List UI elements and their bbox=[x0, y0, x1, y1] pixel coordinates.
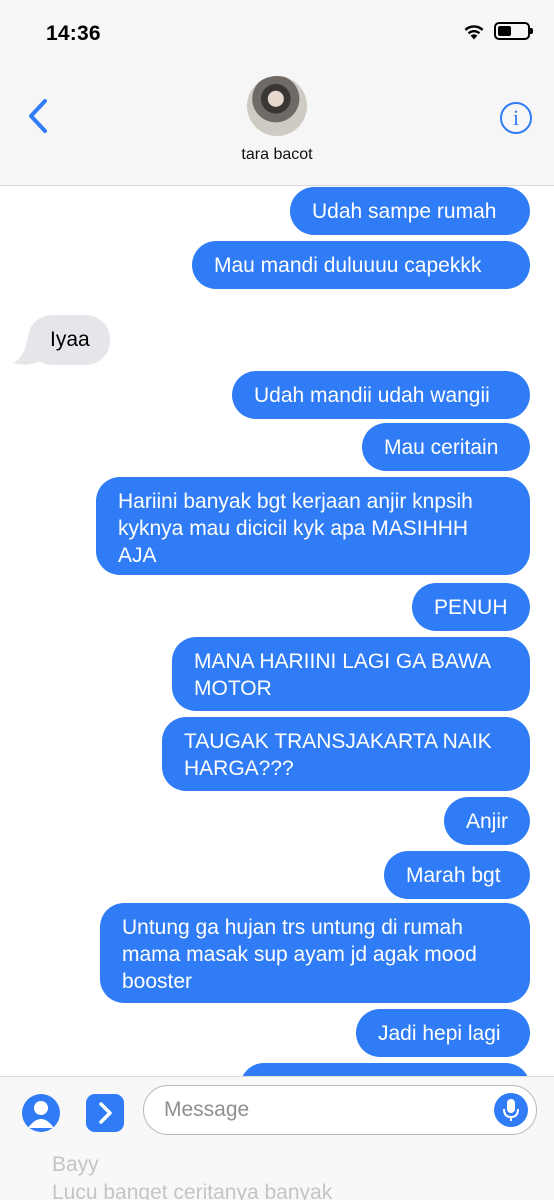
app-drawer-button[interactable] bbox=[86, 1094, 124, 1132]
message-bubble-sent[interactable]: Untung ga hujan trs untung di rumah mama… bbox=[100, 903, 530, 1003]
message-thread[interactable]: Udah sampe rumah Mau mandi duluuuu capek… bbox=[0, 187, 554, 1077]
message-input[interactable] bbox=[164, 1094, 484, 1126]
status-icons bbox=[462, 22, 533, 40]
message-bubble-sent-partial[interactable] bbox=[240, 1063, 530, 1077]
chevron-right-icon bbox=[99, 1102, 112, 1124]
underlying-message-text: Lucu banget ceritanya banyak bbox=[52, 1181, 333, 1200]
underlying-message-text: Bayy bbox=[52, 1153, 99, 1176]
microphone-icon bbox=[503, 1099, 519, 1121]
message-bubble-sent[interactable]: PENUH bbox=[412, 583, 530, 631]
message-bubble-sent[interactable]: Hariini banyak bgt kerjaan anjir knpsih … bbox=[96, 477, 530, 575]
contact-name[interactable]: tara bacot bbox=[0, 146, 554, 164]
contact-card-button[interactable] bbox=[22, 1094, 60, 1132]
contact-avatar[interactable] bbox=[247, 76, 307, 136]
status-bar: 14:36 bbox=[0, 0, 554, 62]
conversation-header: tara bacot i bbox=[0, 62, 554, 186]
dictation-button[interactable] bbox=[494, 1093, 528, 1127]
message-bubble-sent[interactable]: MANA HARIINI LAGI GA BAWA MOTOR bbox=[172, 637, 530, 711]
wifi-icon bbox=[464, 25, 484, 40]
battery-level bbox=[498, 26, 511, 36]
message-bubble-sent[interactable]: Jadi hepi lagi bbox=[356, 1009, 530, 1057]
message-bubble-sent[interactable]: Anjir bbox=[444, 797, 530, 845]
message-bubble-sent[interactable]: TAUGAK TRANSJAKARTA NAIK HARGA??? bbox=[162, 717, 530, 791]
info-icon[interactable]: i bbox=[500, 102, 532, 134]
message-field[interactable] bbox=[143, 1085, 537, 1135]
message-bubble-sent[interactable]: Marah bgt bbox=[384, 851, 530, 899]
message-bubble-received[interactable]: Iyaa bbox=[28, 315, 110, 365]
message-bubble-sent[interactable]: Udah sampe rumah bbox=[290, 187, 530, 235]
battery-icon bbox=[494, 22, 533, 40]
input-bar: Bayy Lucu banget ceritanya banyak bbox=[0, 1076, 554, 1200]
message-bubble-sent[interactable]: Mau ceritain bbox=[362, 423, 530, 471]
message-bubble-sent[interactable]: Udah mandii udah wangii bbox=[232, 371, 530, 419]
message-bubble-sent[interactable]: Mau mandi duluuuu capekkk bbox=[192, 241, 530, 289]
person-icon bbox=[28, 1101, 54, 1128]
back-chevron-icon[interactable] bbox=[26, 98, 50, 134]
status-time: 14:36 bbox=[46, 22, 101, 45]
